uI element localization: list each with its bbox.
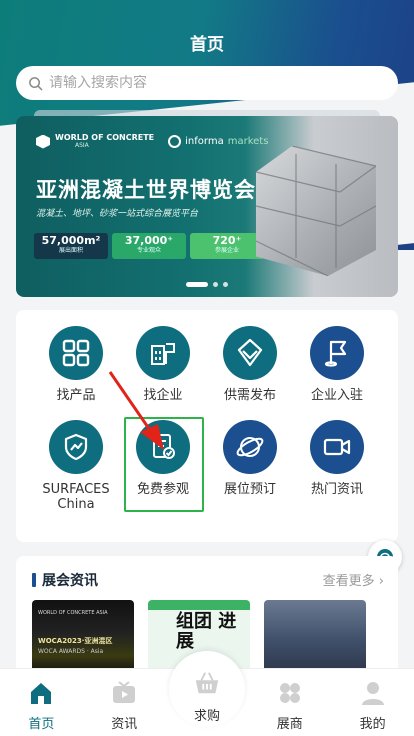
tab-profile[interactable]: 我的: [331, 669, 414, 736]
tab-label: 资讯: [111, 717, 138, 732]
four-dots-icon: [276, 679, 304, 707]
basket-icon: [193, 669, 221, 697]
thumb-header-strip: [148, 600, 250, 610]
flag-pin-icon: [310, 326, 364, 380]
user-icon: [359, 679, 387, 707]
tab-label: 求购: [193, 709, 220, 724]
tab-exhibitors[interactable]: 展商: [248, 669, 331, 736]
pointer-arrow-icon: [108, 371, 164, 450]
stat-label: 展出面积: [58, 247, 83, 254]
stat-visitors: 37,000⁺ 专业观众: [112, 233, 186, 259]
banner-logos: WORLD OF CONCRETE ASIA informa markets: [36, 134, 268, 149]
stat-value: 57,000m²: [41, 234, 101, 247]
grid-item-supply-demand[interactable]: 供需发布: [205, 326, 295, 403]
thumb-text: WOCA AWARDS · Asia: [38, 648, 104, 655]
stat-area: 57,000m² 展出面积: [34, 233, 108, 259]
search-bar[interactable]: [16, 66, 398, 100]
grid-item-label: 热门资讯: [310, 482, 363, 497]
grid-item-label: SURFACES China: [42, 482, 110, 512]
grid-item-label: 供需发布: [223, 388, 276, 403]
woc-logo-icon: [36, 134, 50, 149]
stat-value: 720⁺: [212, 234, 242, 247]
tv-play-icon: [110, 679, 138, 707]
home-icon: [27, 679, 55, 707]
cube-grid-lines: [256, 146, 376, 276]
page-title: 首页: [190, 35, 224, 55]
bottom-tab-bar: 首页 资讯 求购 展商 我的: [0, 651, 414, 736]
grid-item-label: 展位预订: [223, 482, 276, 497]
thumb-text: 组团 进展: [176, 611, 237, 652]
grid-item-hot-news[interactable]: 热门资讯: [292, 420, 382, 497]
banner-title: 亚洲混凝土世界博览会: [36, 178, 256, 202]
news-header: 展会资讯: [32, 570, 98, 590]
thumb-text: WORLD OF CONCRETE ASIA: [38, 610, 108, 616]
tab-label: 我的: [359, 717, 386, 732]
stat-label: 专业观众: [136, 247, 161, 254]
news-section-title: 展会资讯: [42, 573, 98, 589]
grid-four-icon: [49, 326, 103, 380]
news-thumbnail[interactable]: [264, 600, 366, 674]
news-more-link[interactable]: 查看更多 ›: [323, 570, 384, 589]
carousel-dot[interactable]: [223, 282, 228, 287]
tab-home[interactable]: 首页: [0, 669, 83, 736]
informa-logo-text: informa: [185, 136, 224, 147]
banner-stats: 57,000m² 展出面积 37,000⁺ 专业观众 720⁺ 参展企业: [34, 233, 264, 259]
grid-item-label: 企业入驻: [310, 388, 363, 403]
quick-entry-grid: 找产品 找企业 供需发布 企业入驻 SURFACES China 免费参观 展位…: [16, 310, 398, 542]
diamond-icon: [223, 326, 277, 380]
stat-value: 37,000⁺: [124, 234, 174, 247]
thumb-text: WOCA2023·亚洲混区: [38, 637, 113, 645]
banner-subtitle: 混凝土、地坪、砂浆一站式综合展览平台: [36, 209, 199, 219]
grid-item-company-join[interactable]: 企业入驻: [292, 326, 382, 403]
tab-news[interactable]: 资讯: [83, 669, 166, 736]
woc-logo-sub: ASIA: [75, 142, 89, 149]
video-camera-icon: [310, 420, 364, 474]
tab-purchase[interactable]: 求购: [166, 651, 249, 736]
stat-exhibitors: 720⁺ 参展企业: [190, 233, 264, 259]
section-accent-bar: [32, 573, 36, 587]
carousel-dot[interactable]: [186, 282, 208, 287]
carousel-dots[interactable]: [16, 282, 398, 287]
search-icon: [29, 76, 43, 90]
stat-label: 参展企业: [214, 247, 239, 254]
informa-logo: informa markets: [168, 135, 268, 148]
search-input[interactable]: [49, 75, 369, 91]
promo-banner[interactable]: WORLD OF CONCRETE ASIA informa markets 亚洲…: [16, 116, 398, 297]
tab-label: 首页: [28, 717, 55, 732]
woc-logo-text: WORLD OF CONCRETE: [55, 133, 155, 142]
carousel-dot[interactable]: [213, 282, 218, 287]
tab-label: 展商: [276, 717, 303, 732]
grid-item-booth-booking[interactable]: 展位预订: [205, 420, 295, 497]
woc-logo: WORLD OF CONCRETE ASIA: [36, 134, 154, 149]
shield-icon: [49, 420, 103, 474]
globe-orbit-icon: [223, 420, 277, 474]
news-thumbnail[interactable]: WORLD OF CONCRETE ASIA WOCA2023·亚洲混区 WOC…: [32, 600, 134, 674]
informa-logo-icon: [168, 135, 182, 148]
